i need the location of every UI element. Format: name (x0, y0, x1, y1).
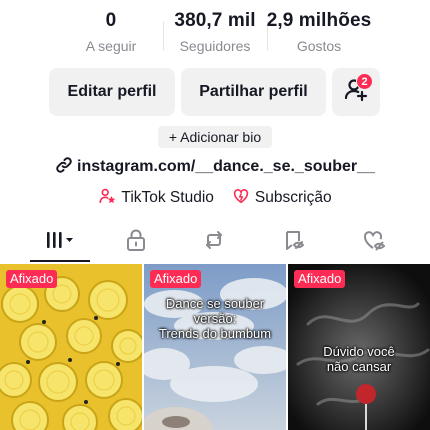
bookmark-eye-icon (282, 228, 306, 257)
link-text: instagram.com/__dance._se._souber__ (77, 158, 375, 175)
tiktok-studio-label: TikTok Studio (121, 189, 214, 206)
following-label: A seguir (85, 38, 137, 54)
share-profile-button[interactable]: Partilhar perfil (181, 68, 326, 116)
tab-private[interactable] (106, 222, 166, 262)
tab-favorites[interactable] (264, 222, 324, 262)
followers-stat[interactable]: 380,7 mil Seguidores (160, 8, 270, 55)
subscription-heart-icon (232, 187, 250, 210)
tab-liked[interactable] (344, 222, 404, 262)
following-stat[interactable]: 0 A seguir (56, 8, 166, 55)
video-caption: Dúvido você não cansar (288, 344, 430, 374)
repost-icon (202, 228, 226, 257)
profile-stats: 0 A seguir 380,7 mil Seguidores 2,9 milh… (0, 8, 430, 56)
grid-bars-icon (43, 229, 77, 256)
followers-label: Seguidores (179, 38, 251, 54)
video-thumbnail[interactable]: Afixado (0, 264, 142, 430)
video-caption: Dance se souber versão: Trends do bumbum (144, 296, 286, 341)
subscription-label: Subscrição (254, 189, 332, 206)
caption-line: Trends do bumbum (158, 326, 272, 341)
tab-reposts[interactable] (184, 222, 244, 262)
tab-videos[interactable] (30, 222, 90, 262)
add-bio-button[interactable]: + Adicionar bio (158, 126, 272, 148)
active-tab-indicator (30, 260, 90, 262)
studio-person-star-icon (98, 187, 116, 210)
caption-line: versão: (193, 311, 237, 326)
following-count: 0 (105, 10, 117, 31)
likes-stat[interactable]: 2,9 milhões Gostos (264, 8, 374, 55)
add-friends-button[interactable]: 2 (332, 68, 380, 116)
edit-profile-button[interactable]: Editar perfil (49, 68, 175, 116)
subscription-button[interactable]: Subscrição (232, 187, 332, 210)
notification-badge: 2 (356, 73, 373, 90)
link-icon (55, 156, 73, 179)
video-grid: Afixado Afixado Dance se souber versão: (0, 264, 430, 430)
followers-count: 380,7 mil (174, 10, 256, 31)
heart-hidden-icon (361, 228, 387, 257)
pinned-label: Afixado (150, 270, 202, 288)
caption-line: Dance se souber (165, 296, 265, 311)
likes-count: 2,9 milhões (266, 10, 372, 31)
creator-tools: TikTok Studio Subscrição (0, 186, 430, 210)
tiktok-studio-button[interactable]: TikTok Studio (98, 187, 214, 210)
profile-link[interactable]: instagram.com/__dance._se._souber__ (0, 155, 430, 179)
caption-line: Dúvido você (323, 344, 395, 359)
caption-line: não cansar (326, 359, 392, 374)
video-thumbnail[interactable]: Afixado Dance se souber versão: Trends d… (144, 264, 286, 430)
profile-tabs (0, 222, 430, 262)
video-thumbnail[interactable]: Afixado Dúvido você não cansar (288, 264, 430, 430)
lemon-slices-image (0, 264, 142, 430)
lock-icon (125, 228, 147, 257)
likes-label: Gostos (296, 38, 342, 54)
cloudy-sky-image (144, 264, 286, 430)
pinned-label: Afixado (6, 270, 58, 288)
pinned-label: Afixado (294, 270, 346, 288)
